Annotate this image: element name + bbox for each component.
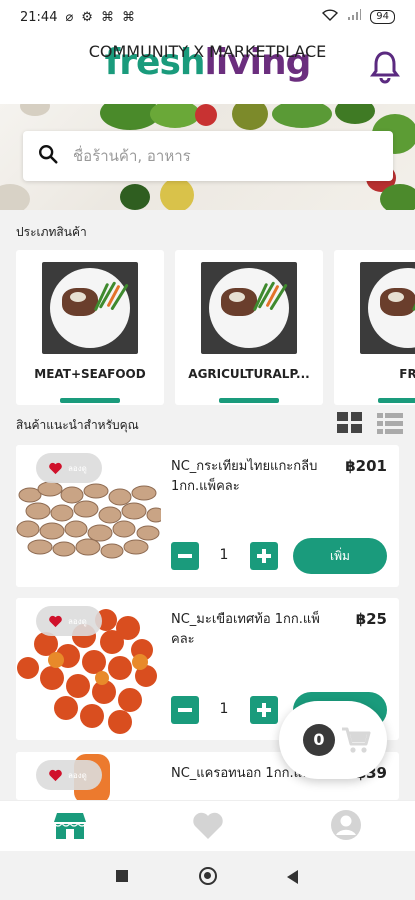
quantity-value: 1: [219, 547, 229, 563]
app-notification-icon-2: ⌘: [121, 9, 135, 25]
floating-cart-button[interactable]: 0: [279, 701, 387, 779]
view-toggle: [337, 412, 403, 438]
product-name: NC_มะเขือเทศท้อ 1กก.แพ็คละ: [171, 612, 320, 647]
category-card-meat-seafood[interactable]: MEAT+SEAFOOD: [16, 250, 164, 405]
app-notification-icon: ⌘: [100, 9, 114, 25]
notification-bell-icon[interactable]: [369, 50, 401, 84]
quantity-decrease-button[interactable]: [171, 542, 199, 570]
status-bar: 21:44 ⌀ ⚙ ⌘ ⌘ 94: [0, 0, 415, 34]
quantity-decrease-button[interactable]: [171, 696, 199, 724]
category-label: MEAT+SEAFOOD: [34, 367, 146, 381]
add-to-cart-button[interactable]: เพิ่ม: [293, 538, 387, 574]
product-price: ฿25: [355, 610, 387, 628]
category-underline: [378, 398, 415, 403]
app-header: freshliving COMMUNITY X MARKETPLACE: [0, 34, 415, 104]
quantity-value: 1: [219, 701, 229, 717]
system-navigation-bar: [0, 851, 415, 900]
heart-icon: [49, 769, 62, 781]
favorite-label: ลองดู: [68, 770, 87, 780]
product-card[interactable]: ลองดู NC_กระเทียมไทยแกะกลีบ 1กก.แพ็คละ ฿…: [16, 445, 399, 587]
alarm-off-icon: ⌀: [65, 9, 74, 25]
brand-tagline: COMMUNITY X MARKETPLACE: [88, 42, 327, 61]
grid-view-icon[interactable]: [337, 412, 363, 438]
battery-indicator: 94: [370, 10, 395, 24]
recent-apps-icon[interactable]: [116, 870, 128, 882]
favorite-label: ลองดู: [68, 616, 87, 626]
signal-icon: [346, 9, 362, 25]
category-image: [360, 262, 415, 354]
heart-icon: [49, 615, 62, 627]
categories-title: ประเภทสินค้า: [16, 225, 87, 239]
category-underline: [60, 398, 120, 403]
category-card-agricultural[interactable]: AGRICULTURALP...: [175, 250, 323, 405]
category-image: [42, 262, 138, 354]
product-price: ฿201: [345, 457, 387, 475]
heart-icon: [49, 462, 62, 474]
home-icon[interactable]: [199, 867, 217, 885]
category-card-fruit[interactable]: FR: [334, 250, 415, 405]
list-view-icon[interactable]: [377, 412, 403, 438]
favorite-badge[interactable]: ลองดู: [36, 453, 102, 483]
search-input[interactable]: ชื่อร้านค้า, อาหาร: [23, 131, 393, 181]
product-name: NC_กระเทียมไทยแกะกลีบ 1กก.แพ็คละ: [171, 459, 318, 494]
bottom-navigation: [0, 800, 415, 851]
quantity-increase-button[interactable]: [250, 696, 278, 724]
wifi-icon: [322, 9, 339, 25]
category-image: [201, 262, 297, 354]
cart-count-badge: 0: [303, 724, 335, 756]
category-label: AGRICULTURALP...: [188, 367, 310, 381]
settings-icon: ⚙: [81, 9, 93, 25]
favorite-badge[interactable]: ลองดู: [36, 606, 102, 636]
nav-shop-icon[interactable]: [53, 811, 87, 845]
search-placeholder: ชื่อร้านค้า, อาหาร: [73, 147, 191, 165]
favorite-label: ลองดู: [68, 463, 87, 473]
back-icon[interactable]: [287, 869, 299, 888]
search-icon: [37, 143, 59, 169]
nav-favorites-icon[interactable]: [192, 811, 224, 845]
quantity-increase-button[interactable]: [250, 542, 278, 570]
category-carousel[interactable]: MEAT+SEAFOOD AGRICULTURALP... FR: [16, 250, 415, 405]
category-underline: [219, 398, 279, 403]
cart-icon: [341, 726, 371, 758]
status-time: 21:44: [20, 9, 58, 25]
favorite-badge[interactable]: ลองดู: [36, 760, 102, 790]
nav-profile-icon[interactable]: [330, 809, 362, 845]
category-label: FR: [399, 367, 415, 381]
recommended-title: สินค้าแนะนำสำหรับคุณ: [16, 418, 139, 432]
